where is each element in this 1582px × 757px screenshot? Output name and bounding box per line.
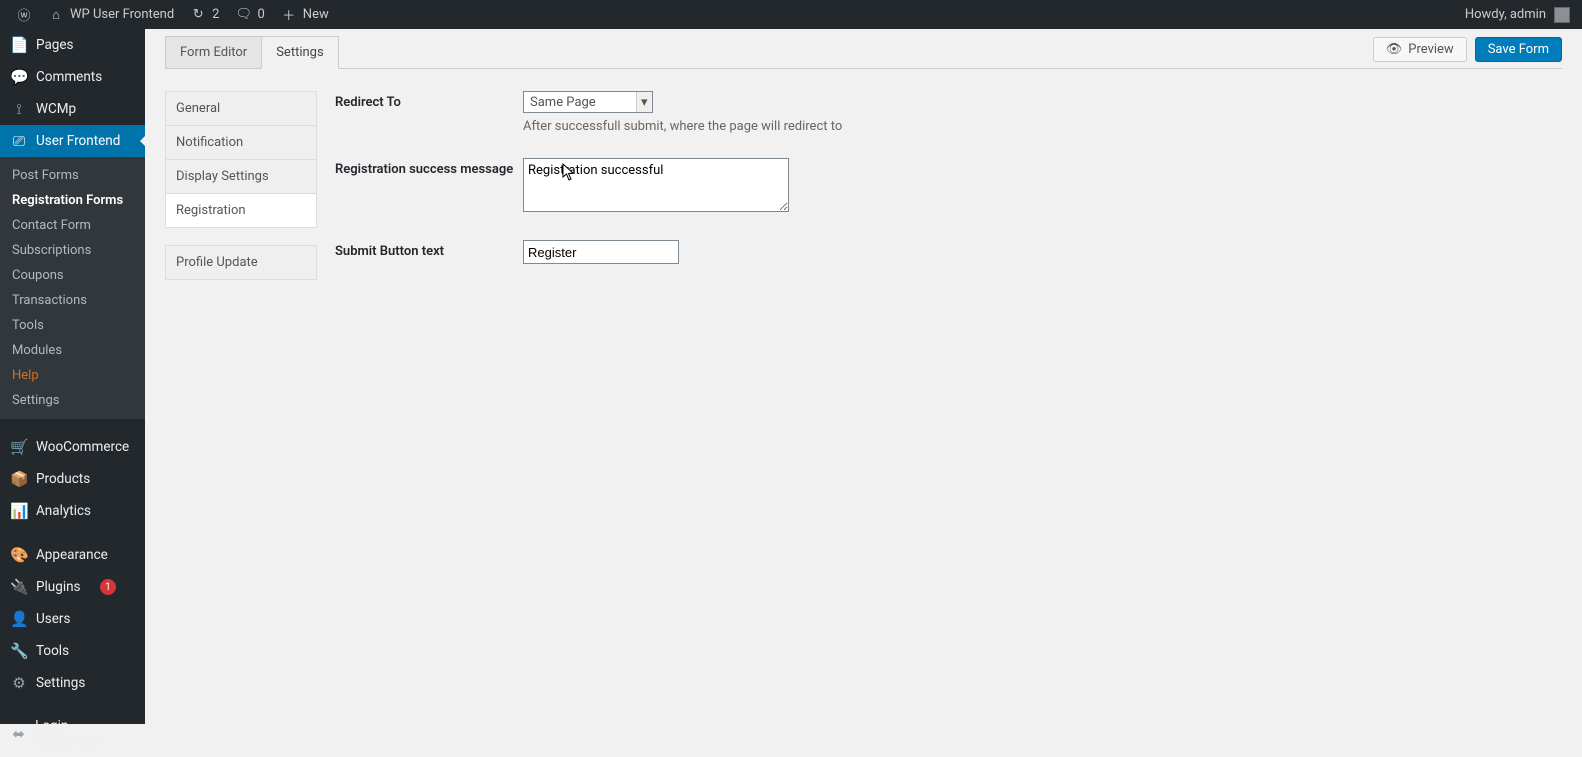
preview-button[interactable]: 👁 Preview [1373, 37, 1467, 62]
menu-user-frontend[interactable]: ⎚ User Frontend [0, 125, 145, 157]
menu-label: WooCommerce [36, 439, 129, 455]
content-area: Form Editor Settings 👁 Preview Save Form… [145, 29, 1582, 724]
menu-label: Products [36, 471, 90, 487]
submit-button-text-label: Submit Button text [335, 240, 523, 259]
settings-form: Redirect To Same Page ▾ After successful… [335, 91, 1562, 288]
submenu-user-frontend: Post Forms Registration Forms Contact Fo… [0, 157, 145, 419]
products-icon: 📦 [10, 470, 28, 488]
home-icon: ⌂ [48, 7, 64, 23]
wordpress-icon: ⓦ [16, 5, 32, 24]
chevron-down-icon: ▾ [636, 92, 652, 112]
new-label: New [303, 7, 329, 22]
users-icon: 👤 [10, 610, 28, 628]
woocommerce-icon: 🛒 [10, 438, 28, 456]
vtab-registration[interactable]: Registration [165, 193, 317, 228]
vtab-general[interactable]: General [165, 91, 317, 126]
comments-link[interactable]: 🗨 0 [227, 0, 272, 29]
admin-menu: 📄 Pages 💬 Comments ⟟ WCMp ⎚ User Frontend Po… [0, 29, 145, 724]
menu-label: Pages [36, 37, 74, 53]
menu-label: Settings [36, 675, 85, 691]
vtab-display-settings[interactable]: Display Settings [165, 159, 317, 194]
menu-settings[interactable]: ⚙ Settings [0, 667, 145, 699]
user-frontend-icon: ⎚ [10, 132, 28, 150]
site-name: WP User Frontend [70, 7, 174, 22]
howdy-text: Howdy, admin [1465, 7, 1546, 22]
vtab-profile-update[interactable]: Profile Update [165, 245, 317, 280]
redirect-help-text: After successfull submit, where the page… [523, 119, 842, 134]
settings-icon: ⚙ [10, 674, 28, 692]
tab-form-editor[interactable]: Form Editor [165, 36, 262, 69]
menu-login-customizer[interactable]: ⬌ Login Customizer [0, 711, 145, 757]
menu-pages[interactable]: 📄 Pages [0, 29, 145, 61]
save-label: Save Form [1488, 42, 1549, 57]
sub-subscriptions[interactable]: Subscriptions [0, 238, 145, 263]
vtab-notification[interactable]: Notification [165, 125, 317, 160]
site-link[interactable]: ⌂ WP User Frontend [40, 0, 182, 29]
sub-registration-forms[interactable]: Registration Forms [0, 188, 145, 213]
comments-count: 0 [257, 7, 264, 22]
eye-icon: 👁 [1386, 42, 1403, 57]
menu-label: Comments [36, 69, 102, 85]
pages-icon: 📄 [10, 36, 28, 54]
menu-products[interactable]: 📦 Products [0, 463, 145, 495]
new-link[interactable]: ＋ New [273, 0, 337, 29]
sub-help[interactable]: Help [0, 363, 145, 388]
redirect-to-label: Redirect To [335, 91, 523, 110]
refresh-icon: ↻ [190, 7, 206, 22]
comments-icon: 💬 [10, 68, 28, 86]
account-link[interactable]: Howdy, admin [1465, 7, 1574, 23]
tab-bar: Form Editor Settings 👁 Preview Save Form [165, 35, 1562, 69]
menu-label: Users [36, 611, 70, 627]
menu-label: Plugins [36, 579, 81, 595]
menu-analytics[interactable]: 📊 Analytics [0, 495, 145, 527]
preview-label: Preview [1408, 42, 1453, 57]
appearance-icon: 🎨 [10, 546, 28, 564]
success-message-textarea[interactable] [523, 158, 789, 212]
plugins-icon: 🔌 [10, 578, 28, 596]
menu-label: Tools [36, 643, 69, 659]
redirect-to-value: Same Page [530, 95, 596, 110]
menu-label: WCMp [36, 101, 76, 117]
menu-label: Appearance [36, 547, 108, 563]
success-message-label: Registration success message [335, 158, 523, 177]
menu-woocommerce[interactable]: 🛒 WooCommerce [0, 431, 145, 463]
menu-label: Analytics [36, 503, 91, 519]
menu-tools[interactable]: 🔧 Tools [0, 635, 145, 667]
updates-count: 2 [212, 7, 219, 22]
save-form-button[interactable]: Save Form [1475, 37, 1562, 62]
settings-vertical-tabs: General Notification Display Settings Re… [165, 91, 317, 288]
menu-comments[interactable]: 💬 Comments [0, 61, 145, 93]
submit-button-text-input[interactable] [523, 240, 679, 264]
menu-label: Login Customizer [35, 718, 135, 750]
tab-settings[interactable]: Settings [261, 36, 338, 69]
login-customizer-icon: ⬌ [10, 725, 27, 743]
avatar [1554, 7, 1570, 23]
sub-coupons[interactable]: Coupons [0, 263, 145, 288]
menu-label: User Frontend [36, 133, 120, 149]
admin-bar: ⓦ ⌂ WP User Frontend ↻ 2 🗨 0 ＋ New Howdy… [0, 0, 1582, 29]
sub-tools[interactable]: Tools [0, 313, 145, 338]
updates-link[interactable]: ↻ 2 [182, 0, 227, 29]
menu-appearance[interactable]: 🎨 Appearance [0, 539, 145, 571]
plus-icon: ＋ [281, 5, 297, 24]
plugins-badge: 1 [100, 579, 116, 595]
analytics-icon: 📊 [10, 502, 28, 520]
menu-users[interactable]: 👤 Users [0, 603, 145, 635]
redirect-to-select[interactable]: Same Page ▾ [523, 91, 653, 113]
sub-settings[interactable]: Settings [0, 388, 145, 413]
sub-modules[interactable]: Modules [0, 338, 145, 363]
sub-post-forms[interactable]: Post Forms [0, 163, 145, 188]
sub-contact-form[interactable]: Contact Form [0, 213, 145, 238]
tools-icon: 🔧 [10, 642, 28, 660]
wp-logo[interactable]: ⓦ [8, 0, 40, 29]
menu-wcmp[interactable]: ⟟ WCMp [0, 93, 145, 125]
sub-transactions[interactable]: Transactions [0, 288, 145, 313]
wcmp-icon: ⟟ [10, 100, 28, 118]
comment-icon: 🗨 [235, 7, 251, 22]
menu-plugins[interactable]: 🔌 Plugins 1 [0, 571, 145, 603]
